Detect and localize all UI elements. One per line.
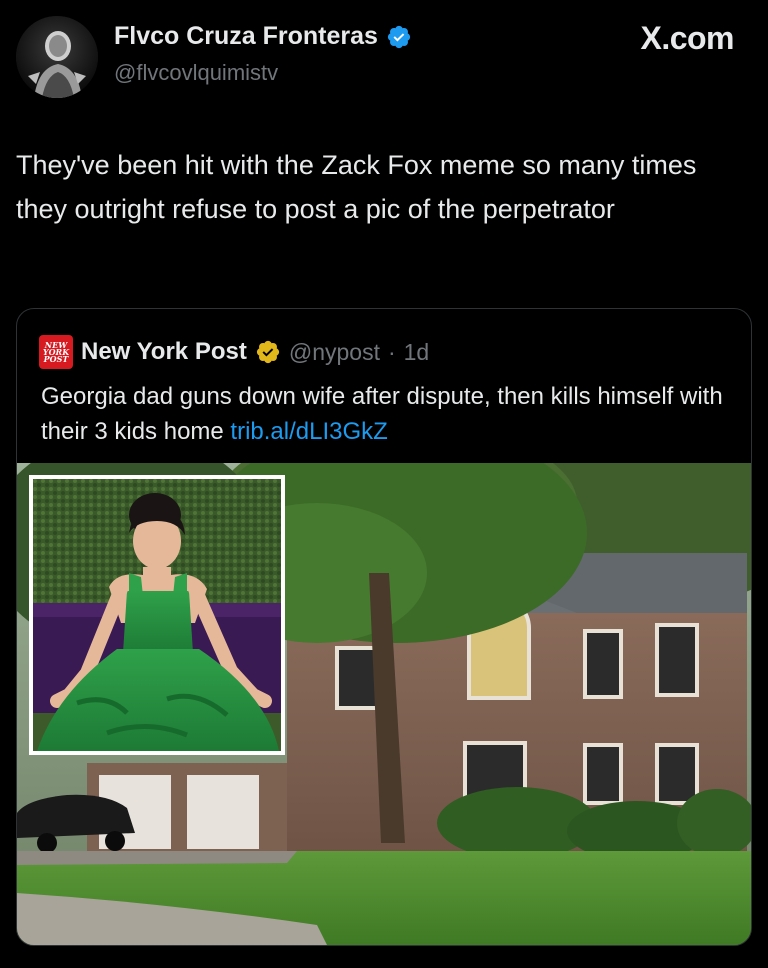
verified-badge-icon (387, 25, 411, 48)
quoted-tweet-card[interactable]: NEW YORK POST New York Post @nypost · 1d G… (16, 308, 752, 946)
tweet-text: They've been hit with the Zack Fox meme … (16, 150, 697, 224)
tweet: Flvco Cruza Fronteras @flvcovlquimistv X… (0, 0, 768, 968)
quoted-header: NEW YORK POST New York Post @nypost · 1d (39, 335, 429, 369)
new-york-post-logo[interactable]: NEW YORK POST (39, 335, 73, 369)
avatar[interactable] (16, 16, 98, 98)
quoted-separator: · (387, 338, 396, 365)
gold-verified-badge-icon (256, 340, 279, 364)
avatar-image (16, 16, 98, 98)
quoted-author-name[interactable]: New York Post (81, 338, 247, 366)
quoted-link[interactable]: trib.al/dLI3GkZ (230, 418, 387, 445)
house-photo (17, 463, 751, 945)
author-name-row[interactable]: Flvco Cruza Fronteras (114, 22, 412, 51)
quoted-handle[interactable]: @nypost (289, 339, 380, 366)
quoted-text: Georgia dad guns down wife after dispute… (41, 379, 731, 449)
author-handle[interactable]: @flvcovlquimistv (114, 60, 278, 86)
quoted-media-image[interactable] (17, 463, 751, 945)
author-name[interactable]: Flvco Cruza Fronteras (114, 22, 378, 51)
platform-watermark: X.com (640, 20, 734, 56)
nyp-logo-text: NEW YORK POST (42, 339, 70, 364)
quoted-timestamp[interactable]: 1d (404, 339, 430, 366)
